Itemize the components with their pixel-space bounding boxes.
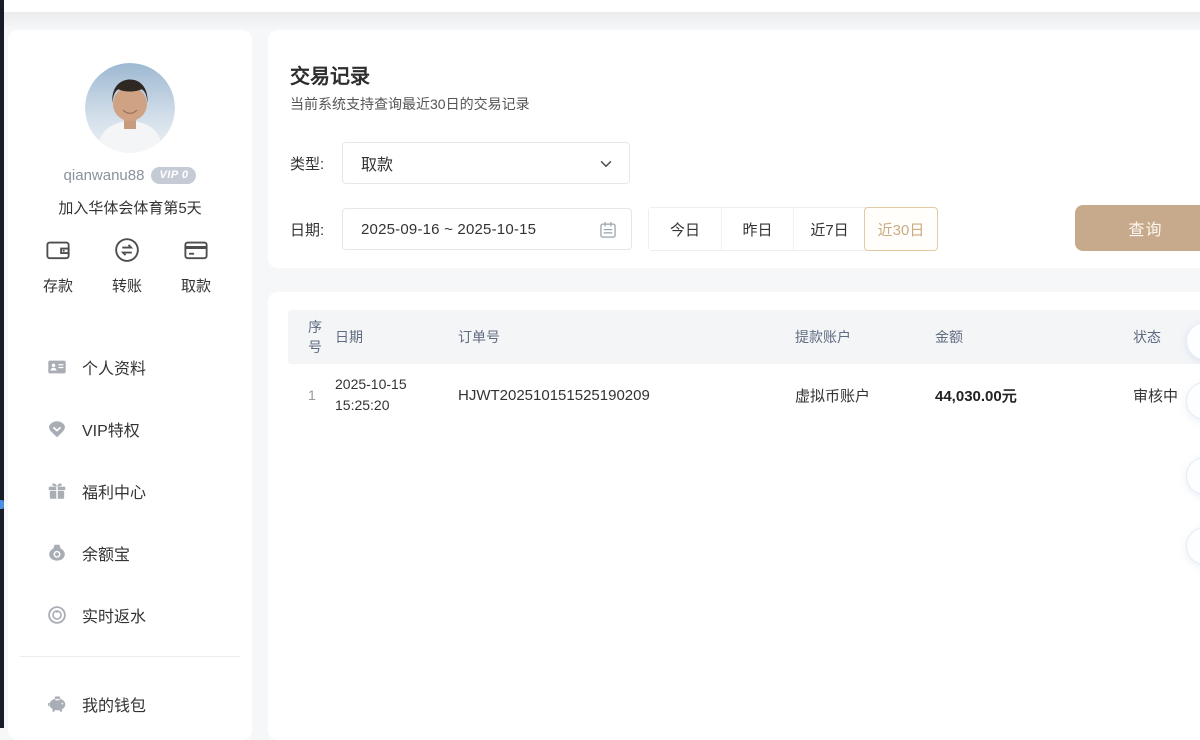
type-label: 类型:: [290, 153, 342, 174]
sidebar-item-yuebao[interactable]: 余额宝: [8, 522, 252, 584]
profile-sidebar: qianwanu88 VIP 0 加入华体会体育第5天 存款 转账: [8, 30, 252, 740]
sidebar-item-benefits[interactable]: 福利中心: [8, 460, 252, 522]
vip-level-badge: VIP 0: [151, 167, 196, 184]
top-header-shadow: [0, 12, 1200, 30]
quick-action-label: 转账: [112, 275, 142, 296]
search-button[interactable]: 查询: [1075, 205, 1200, 251]
gift-icon: [46, 480, 68, 502]
sidebar-menu: 个人资料 VIP特权 福利中心 余额宝: [8, 336, 252, 646]
page-subtitle: 当前系统支持查询最近30日的交易记录: [290, 94, 530, 114]
join-days-text: 加入华体会体育第5天: [8, 197, 252, 218]
date-filter-row: 日期: 2025-09-16 ~ 2025-10-15 今日 昨日 近7日 近3…: [290, 207, 938, 251]
page-title: 交易记录: [290, 60, 370, 89]
date-range-input[interactable]: 2025-09-16 ~ 2025-10-15: [342, 208, 632, 250]
wallet-icon: [43, 235, 73, 265]
transfer-button[interactable]: 转账: [101, 235, 153, 296]
range-yesterday-button[interactable]: 昨日: [721, 208, 793, 250]
sidebar-divider: [20, 656, 240, 657]
top-window-strip: [0, 0, 1200, 12]
column-header-account: 提款账户: [795, 327, 935, 347]
transfer-icon: [112, 235, 142, 265]
type-selected-value: 取款: [361, 151, 393, 175]
withdraw-button[interactable]: 取款: [170, 235, 222, 296]
type-filter-row: 类型: 取款: [290, 142, 630, 184]
transaction-filter-panel: 交易记录 当前系统支持查询最近30日的交易记录 类型: 取款 日期: 2025-…: [268, 30, 1200, 268]
sidebar-item-label: VIP特权: [82, 417, 140, 441]
money-pouch-icon: [46, 542, 68, 564]
range-30days-button[interactable]: 近30日: [864, 207, 938, 251]
chevron-down-icon: [597, 155, 615, 173]
range-today-button[interactable]: 今日: [649, 208, 721, 250]
deposit-button[interactable]: 存款: [32, 235, 84, 296]
column-header-index: 序号: [288, 317, 335, 357]
cell-account: 虚拟币账户: [795, 385, 935, 406]
date-range-value: 2025-09-16 ~ 2025-10-15: [361, 221, 536, 238]
cell-index: 1: [288, 387, 335, 403]
column-header-amount: 金额: [935, 327, 1133, 347]
quick-action-label: 存款: [43, 275, 73, 296]
sidebar-item-label: 我的钱包: [82, 692, 146, 716]
gem-icon: [46, 418, 68, 440]
date-label: 日期:: [290, 219, 342, 240]
rebate-coin-icon: [46, 604, 68, 626]
cell-date: 2025-10-15 15:25:20: [335, 374, 458, 416]
sidebar-item-label: 福利中心: [82, 479, 146, 503]
avatar-image: [85, 63, 175, 153]
sidebar-item-rebate[interactable]: 实时返水: [8, 584, 252, 646]
type-select[interactable]: 取款: [342, 142, 630, 184]
sidebar-item-label: 余额宝: [82, 541, 130, 565]
sidebar-item-vip[interactable]: VIP特权: [8, 398, 252, 460]
sidebar-item-wallet[interactable]: 我的钱包: [8, 673, 252, 735]
bankcard-icon: [181, 235, 211, 265]
id-card-icon: [46, 356, 68, 378]
quick-actions-row: 存款 转账 取款: [32, 235, 222, 296]
cell-amount: 44,030.00元: [935, 385, 1133, 406]
sidebar-item-label: 实时返水: [82, 603, 146, 627]
user-identity-row: qianwanu88 VIP 0: [8, 167, 252, 184]
cell-order-number: HJWT202510151525190209: [458, 387, 795, 404]
range-7days-button[interactable]: 近7日: [793, 208, 865, 250]
avatar[interactable]: [85, 63, 175, 153]
cell-date-time: 15:25:20: [335, 397, 390, 413]
piggy-bank-icon: [46, 693, 68, 715]
quick-action-label: 取款: [181, 275, 211, 296]
table-row: 1 2025-10-15 15:25:20 HJWT20251015152519…: [288, 364, 1200, 426]
username: qianwanu88: [64, 167, 145, 184]
cell-date-day: 2025-10-15: [335, 376, 407, 392]
transaction-table-panel: 序号 日期 订单号 提款账户 金额 状态 1 2025-10-15 15:25:…: [268, 292, 1200, 740]
table-header-row: 序号 日期 订单号 提款账户 金额 状态: [288, 310, 1200, 364]
left-edge-marker: [0, 500, 4, 509]
calendar-icon: [598, 220, 618, 240]
column-header-order: 订单号: [458, 327, 795, 347]
column-header-date: 日期: [335, 327, 458, 347]
left-dark-edge: [0, 0, 4, 728]
quick-range-group: 今日 昨日 近7日 近30日: [648, 207, 938, 251]
sidebar-item-profile[interactable]: 个人资料: [8, 336, 252, 398]
sidebar-item-label: 个人资料: [82, 355, 146, 379]
